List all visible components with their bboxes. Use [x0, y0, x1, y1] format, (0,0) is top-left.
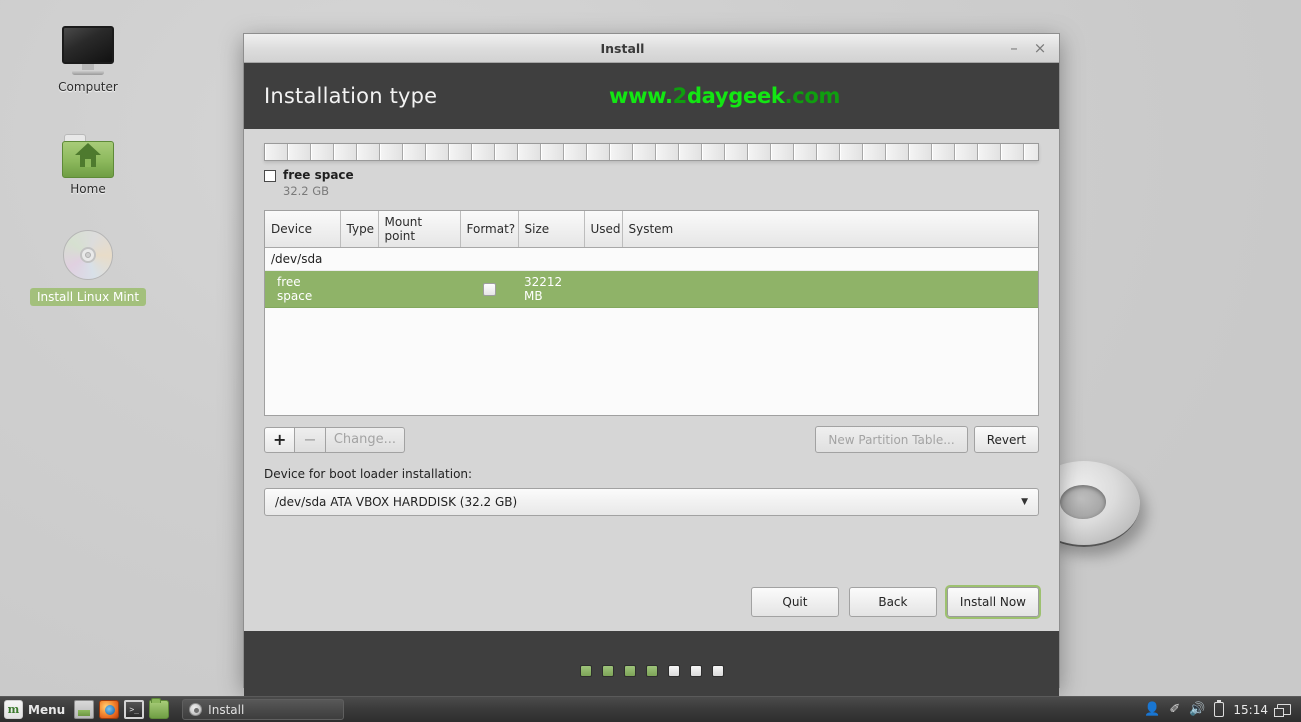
- watermark-main: daygeek: [686, 84, 785, 108]
- bootloader-device-select[interactable]: /dev/sda ATA VBOX HARDDISK (32.2 GB) ▼: [264, 488, 1039, 516]
- legend-label: free space: [283, 168, 354, 182]
- legend-size: 32.2 GB: [283, 184, 330, 198]
- partition-edit-buttons: + − Change...: [264, 426, 405, 453]
- watermark-prefix: www.: [609, 84, 673, 108]
- emblem-hole: [1060, 485, 1106, 519]
- firefox-icon[interactable]: [99, 700, 120, 719]
- chevron-down-icon: ▼: [1021, 497, 1028, 507]
- monitor-icon: [28, 18, 148, 76]
- workspace-switcher-icon[interactable]: [1274, 704, 1291, 717]
- bootloader-label: Device for boot loader installation:: [264, 467, 473, 481]
- cell-mount-point: [378, 270, 460, 308]
- progress-dot: [667, 664, 680, 677]
- mint-menu-icon[interactable]: m: [4, 700, 23, 719]
- partition-table-container[interactable]: Device Type Mount point Format? Size Use…: [264, 210, 1039, 416]
- progress-dot: [645, 664, 658, 677]
- cd-disc-icon: [189, 703, 203, 716]
- install-now-button[interactable]: Install Now: [946, 587, 1039, 617]
- minimize-icon[interactable]: –: [1001, 34, 1027, 63]
- user-account-icon[interactable]: 👤: [1144, 703, 1160, 716]
- battery-icon[interactable]: [1214, 700, 1225, 717]
- taskbar-window-label: Install: [208, 702, 245, 717]
- column-header-device[interactable]: Device: [265, 211, 341, 248]
- desktop-icon-install-linux-mint[interactable]: Install Linux Mint: [28, 222, 148, 306]
- progress-dot: [579, 664, 592, 677]
- remove-partition-button[interactable]: −: [295, 426, 326, 453]
- table-header-row: Device Type Mount point Format? Size Use…: [265, 211, 1038, 248]
- installer-body: free space 32.2 GB Device Type Mount poi…: [244, 129, 1059, 631]
- menu-button-label[interactable]: Menu: [28, 703, 65, 717]
- installer-header: Installation type www.2daygeek.com: [244, 63, 1059, 129]
- partition-table: Device Type Mount point Format? Size Use…: [265, 211, 1038, 308]
- column-header-size[interactable]: Size: [518, 211, 585, 248]
- taskbar: m Menu >_ Install 👤 ✐ 🔊 15:14: [0, 696, 1301, 722]
- terminal-icon[interactable]: >_: [124, 700, 145, 719]
- system-tray: 👤 ✐ 🔊 15:14: [1144, 700, 1297, 717]
- table-row[interactable]: /dev/sda: [265, 247, 1038, 271]
- column-header-mount-point[interactable]: Mount point: [378, 211, 461, 248]
- table-row[interactable]: free space 32212 MB: [265, 270, 1038, 308]
- desktop-icon-label: Computer: [58, 80, 118, 94]
- revert-button[interactable]: Revert: [973, 426, 1039, 453]
- volume-icon[interactable]: 🔊: [1189, 703, 1205, 716]
- quit-button[interactable]: Quit: [750, 587, 839, 617]
- cd-disc-icon: [28, 222, 148, 280]
- desktop-icon-home[interactable]: Home: [28, 120, 148, 196]
- column-header-type[interactable]: Type: [340, 211, 379, 248]
- partition-legend: free space 32.2 GB: [264, 168, 1039, 198]
- legend-swatch-free-space: [264, 170, 276, 182]
- cell-format-checkbox[interactable]: [460, 270, 518, 308]
- add-partition-button[interactable]: +: [264, 426, 296, 453]
- partition-toolbar: + − Change... New Partition Table... Rev…: [264, 426, 1039, 453]
- column-header-system[interactable]: System: [622, 211, 1038, 248]
- show-desktop-icon[interactable]: [74, 700, 95, 719]
- home-folder-icon: [28, 120, 148, 178]
- desktop-icon-label: Install Linux Mint: [29, 288, 147, 306]
- desktop-icon-computer[interactable]: Computer: [28, 18, 148, 94]
- partition-table-buttons: New Partition Table... Revert: [815, 426, 1039, 453]
- progress-dot: [623, 664, 636, 677]
- page-title: Installation type: [264, 84, 438, 108]
- partition-usage-bar: [264, 143, 1039, 161]
- close-icon[interactable]: ×: [1027, 34, 1053, 63]
- change-partition-button[interactable]: Change...: [325, 426, 405, 453]
- new-partition-table-button[interactable]: New Partition Table...: [815, 426, 968, 453]
- desktop: Computer Home Install Linux Mint Install…: [0, 0, 1301, 722]
- cell-used: [584, 270, 622, 308]
- cell-size: 32212 MB: [518, 270, 584, 308]
- cell-system: [622, 270, 1038, 308]
- cell-device: free space: [265, 270, 340, 308]
- cell-device: /dev/sda: [265, 247, 1038, 271]
- installer-window: Install – × Installation type www.2dayge…: [243, 33, 1060, 710]
- desktop-icon-label: Home: [70, 182, 106, 196]
- progress-dot: [689, 664, 702, 677]
- watermark-dot: 2: [672, 84, 688, 108]
- clock[interactable]: 15:14: [1233, 703, 1268, 717]
- progress-dot: [601, 664, 614, 677]
- window-titlebar[interactable]: Install – ×: [244, 34, 1059, 63]
- watermark-suffix: .com: [784, 84, 841, 108]
- progress-dot: [711, 664, 724, 677]
- column-header-used[interactable]: Used: [584, 211, 623, 248]
- cell-type: [340, 270, 378, 308]
- window-title: Install: [600, 40, 645, 56]
- column-header-format[interactable]: Format?: [460, 211, 519, 248]
- bootloader-selected-value: /dev/sda ATA VBOX HARDDISK (32.2 GB): [275, 495, 518, 509]
- format-checkbox[interactable]: [482, 283, 496, 296]
- files-icon[interactable]: [149, 698, 170, 719]
- taskbar-window-install[interactable]: Install: [182, 699, 345, 720]
- site-watermark: www.2daygeek.com: [609, 84, 840, 108]
- update-manager-icon[interactable]: ✐: [1169, 703, 1180, 716]
- dialog-actions: Quit Back Install Now: [750, 587, 1039, 617]
- back-button[interactable]: Back: [848, 587, 937, 617]
